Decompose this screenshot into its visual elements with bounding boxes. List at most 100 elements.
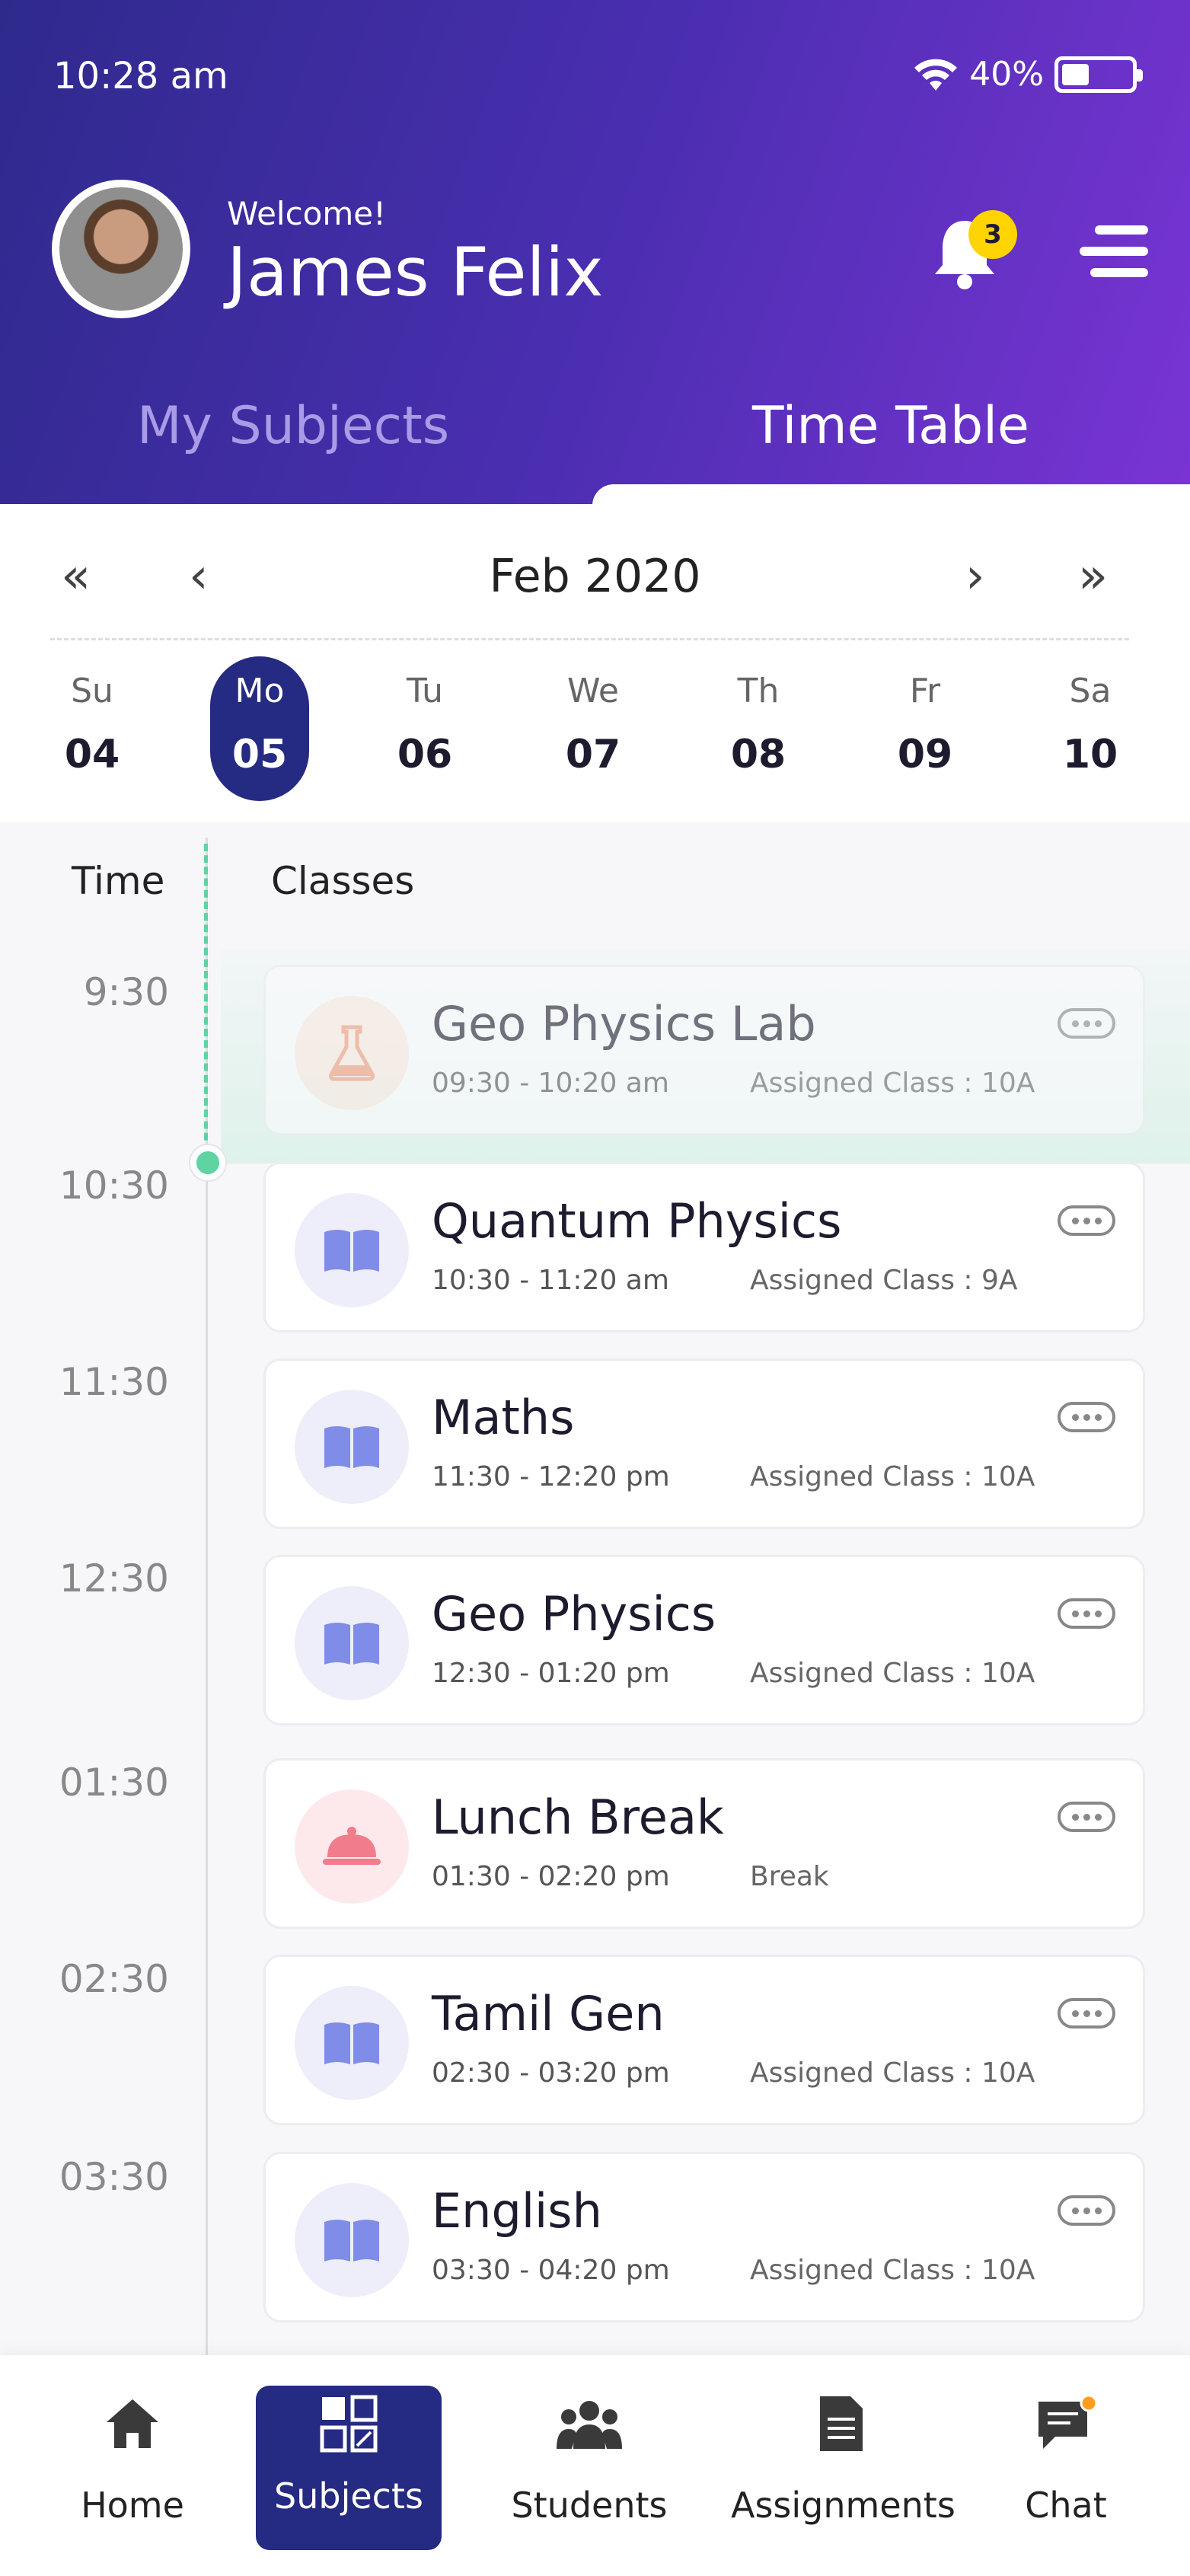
day-name: Su	[71, 672, 113, 710]
class-title: Lunch Break	[432, 1789, 724, 1845]
day-number: 08	[730, 732, 786, 777]
battery-percent: 40%	[969, 55, 1044, 94]
home-icon	[56, 2386, 209, 2462]
day-name: Sa	[1069, 672, 1112, 710]
nav-label: Subjects	[274, 2475, 423, 2517]
day-mo[interactable]: Mo 05	[210, 656, 309, 801]
class-title: Tamil Gen	[432, 1986, 665, 2041]
chat-icon	[1005, 2386, 1127, 2462]
tab-time-table[interactable]: Time Table	[752, 396, 1029, 456]
day-number: 04	[64, 732, 120, 777]
notification-badge: 3	[968, 210, 1017, 259]
day-number: 07	[565, 732, 621, 777]
class-time: 03:30 - 04:20 pm	[432, 2255, 670, 2286]
class-title: Quantum Physics	[432, 1193, 842, 1249]
day-name: We	[567, 672, 619, 710]
wifi-icon	[914, 59, 958, 91]
time-label: 9:30	[83, 970, 169, 1014]
nav-label: Assignments	[731, 2485, 956, 2526]
class-card[interactable]: Quantum Physics 10:30 - 11:20 am Assigne…	[263, 1162, 1145, 1333]
day-number: 05	[231, 732, 288, 777]
book-icon	[295, 1986, 409, 2100]
next-month-icon[interactable]: ›	[965, 548, 985, 605]
more-options-icon[interactable]	[1058, 1205, 1115, 1236]
day-number: 06	[397, 732, 453, 777]
assigned-class: Assigned Class : 9A	[750, 1265, 1018, 1296]
tab-my-subjects[interactable]: My Subjects	[137, 396, 449, 456]
subjects-icon	[256, 2386, 442, 2462]
book-icon	[295, 1586, 409, 1700]
book-icon	[295, 1390, 409, 1504]
class-card[interactable]: Tamil Gen 02:30 - 03:20 pm Assigned Clas…	[263, 1955, 1145, 2125]
day-tu[interactable]: Tu 06	[375, 672, 474, 777]
avatar[interactable]	[52, 180, 190, 318]
day-th[interactable]: Th 08	[709, 672, 808, 777]
class-title: Geo Physics Lab	[432, 996, 816, 1052]
time-label: 03:30	[59, 2155, 169, 2199]
battery-icon	[1054, 56, 1143, 93]
assigned-class: Assigned Class : 10A	[750, 1461, 1035, 1492]
nav-assignments[interactable]: Assignments	[731, 2386, 956, 2550]
time-label: 01:30	[59, 1760, 169, 1805]
assigned-class: Assigned Class : 10A	[750, 2057, 1035, 2089]
students-icon	[506, 2386, 673, 2462]
time-label: 02:30	[59, 1957, 169, 2001]
bottom-navigation: Home Subjects Students Assignments Chat	[0, 2355, 1190, 2576]
more-options-icon[interactable]	[1058, 2195, 1115, 2226]
more-options-icon[interactable]	[1058, 1802, 1115, 1832]
day-number: 10	[1062, 732, 1118, 777]
class-card[interactable]: Lunch Break 01:30 - 02:20 pm Break	[263, 1758, 1145, 1929]
calendar-divider	[50, 638, 1129, 640]
day-su[interactable]: Su 04	[43, 672, 142, 777]
class-time: 12:30 - 01:20 pm	[432, 1658, 670, 1689]
class-card[interactable]: Maths 11:30 - 12:20 pm Assigned Class : …	[263, 1358, 1145, 1529]
nav-label: Home	[81, 2485, 184, 2526]
class-title: Maths	[432, 1390, 575, 1445]
time-label: 10:30	[59, 1164, 169, 1208]
timeline-elapsed	[204, 844, 208, 1164]
class-time: 09:30 - 10:20 am	[432, 1068, 669, 1099]
nav-chat[interactable]: Chat	[1005, 2386, 1127, 2550]
more-options-icon[interactable]	[1058, 1998, 1115, 2029]
nav-subjects[interactable]: Subjects	[256, 2386, 442, 2550]
menu-icon[interactable]	[1080, 222, 1148, 280]
day-name: Fr	[909, 672, 941, 710]
next-year-icon[interactable]: »	[1078, 548, 1108, 605]
class-time: 01:30 - 02:20 pm	[432, 1861, 670, 1892]
day-fr[interactable]: Fr 09	[876, 672, 975, 777]
assigned-class: Assigned Class : 10A	[750, 1068, 1035, 1099]
day-number: 09	[897, 732, 953, 777]
user-name: James Felix	[227, 233, 604, 311]
assigned-class: Break	[750, 1861, 829, 1892]
month-label: Feb 2020	[489, 550, 701, 603]
class-card[interactable]: Geo Physics Lab 09:30 - 10:20 am Assigne…	[263, 965, 1145, 1135]
current-time-marker	[190, 1145, 225, 1180]
week-calendar: « ‹ Feb 2020 › » Su 04 Mo 05 Tu 06 We 07…	[0, 504, 1190, 822]
flask-icon	[295, 996, 409, 1110]
nav-label: Chat	[1025, 2485, 1107, 2526]
day-name: Mo	[234, 672, 285, 710]
more-options-icon[interactable]	[1058, 1402, 1115, 1432]
assigned-class: Assigned Class : 10A	[750, 1658, 1035, 1689]
classes-column-header: Classes	[271, 859, 415, 903]
day-name: Tu	[406, 672, 444, 710]
class-title: Geo Physics	[432, 1586, 716, 1642]
class-time: 10:30 - 11:20 am	[432, 1265, 669, 1296]
time-label: 12:30	[59, 1556, 169, 1601]
nav-students[interactable]: Students	[506, 2386, 673, 2550]
more-options-icon[interactable]	[1058, 1598, 1115, 1629]
app-header: 10:28 am 40% Welcome! James Felix 3 My S…	[0, 0, 1190, 530]
status-time: 10:28 am	[53, 55, 228, 97]
class-card[interactable]: Geo Physics 12:30 - 01:20 pm Assigned Cl…	[263, 1555, 1145, 1725]
nav-home[interactable]: Home	[56, 2386, 209, 2550]
day-we[interactable]: We 07	[544, 672, 643, 777]
class-time: 11:30 - 12:20 pm	[432, 1461, 670, 1492]
day-name: Th	[737, 672, 780, 710]
time-column-header: Time	[72, 859, 165, 903]
assignments-icon	[731, 2386, 952, 2462]
more-options-icon[interactable]	[1058, 1008, 1115, 1039]
time-label: 11:30	[59, 1360, 169, 1404]
class-card[interactable]: English 03:30 - 04:20 pm Assigned Class …	[263, 2152, 1145, 2322]
welcome-text: Welcome!	[227, 195, 386, 232]
day-sa[interactable]: Sa 10	[1041, 672, 1140, 777]
